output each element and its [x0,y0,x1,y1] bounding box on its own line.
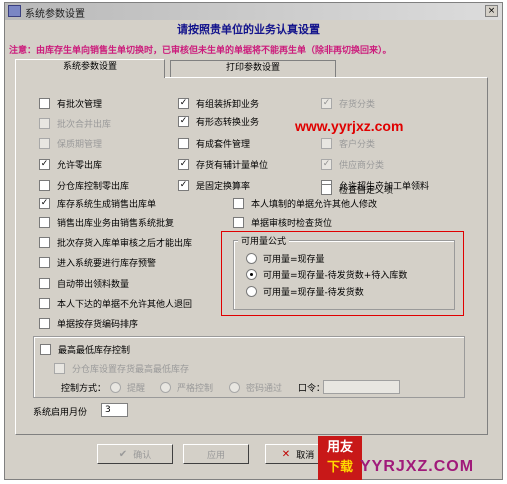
checkbox [54,362,65,374]
checkbox-checked[interactable]: ✓ [39,197,50,209]
opt-batch-stock-audit[interactable]: 批次存货入库单审核之后才能出库 [39,236,192,249]
notice-text: 注意：由库存生单向销售生单切换时，已审核但未生单的单据将不能再生单（除非再切换回… [9,46,392,56]
formula-group-title: 可用量公式 [238,234,290,247]
password-label: 口令： [298,383,326,394]
radio [110,381,121,393]
close-icon: ✕ [281,448,291,460]
page-heading: 请按照贵单位的业务认真设置 [177,23,320,36]
close-icon[interactable]: × [485,5,498,17]
check-icon: ✔ [118,448,128,460]
formula-option-1[interactable]: 可用量=现存量 [246,252,325,265]
watermark-logo: 用友 下载 [318,436,362,480]
mode-password: 密码通过 [229,381,282,394]
checkbox-checked[interactable]: ✓ [178,97,189,109]
opt-others-modify[interactable]: 本人填制的单据允许其他人修改 [233,197,377,210]
checkbox-checked[interactable]: ✓ [178,158,189,170]
mode-remind: 提醒 [110,381,145,394]
radio [229,381,240,393]
formula-option-2[interactable]: 可用量=现存量-待发货数+待入库数 [246,268,407,281]
radio[interactable] [246,285,257,297]
checkbox [321,137,332,149]
opt-form-change[interactable]: ✓ 有形态转换业务 [178,115,259,128]
checkbox[interactable] [39,317,50,329]
app-icon [8,5,21,17]
opt-max-min-stock[interactable]: 最高最低库存控制 [40,343,134,356]
checkbox[interactable] [233,216,244,228]
radio[interactable] [246,252,257,264]
opt-by-warehouse: 分仓库设置存货最高最低库存 [54,362,189,375]
password-input [323,380,400,394]
opt-shelf-life: 保质期管理 [39,137,102,150]
opt-sales-gen-by-sales[interactable]: 销售出库业务由销售系统批复 [39,216,174,229]
mode-strict: 严格控制 [160,381,213,394]
checkbox[interactable] [39,179,50,191]
checkbox [39,137,50,149]
checkbox[interactable] [178,137,189,149]
opt-batch-merge: 批次合并出库 [39,117,111,130]
opt-auto-carry-qty[interactable]: 自动带出领料数量 [39,277,129,290]
opt-fixed-rate[interactable]: ✓ 是固定换算率 [178,179,250,192]
opt-no-self-return[interactable]: 本人下达的单据不允许其他人退回 [39,297,192,310]
opt-supplier-class: ✓ 供应商分类 [321,158,385,171]
window-title: 系统参数设置 [25,9,85,20]
opt-assembly[interactable]: ✓ 有组装拆卸业务 [178,97,259,110]
checkbox [39,117,50,129]
watermark-url: www.yyrjxz.com [295,118,404,134]
checkbox[interactable] [39,236,50,248]
opt-batch[interactable]: 有批次管理 [39,97,102,110]
checkbox-checked[interactable]: ✓ [39,158,50,170]
opt-allow-zero-out[interactable]: ✓ 允许零出库 [39,158,102,171]
opt-consign[interactable]: 有成套件管理 [178,137,250,150]
checkbox[interactable] [39,297,50,309]
checkbox-checked: ✓ [321,158,332,170]
checkbox-checked[interactable]: ✓ [178,179,189,191]
opt-check-location[interactable]: 单据审核时检查货位 [233,216,332,229]
start-month-label: 系统启用月份 [33,407,88,418]
checkbox[interactable] [39,256,50,268]
control-mode-label: 控制方式： [61,383,107,394]
tab-system-params[interactable]: 系统参数设置 [15,59,165,78]
opt-stock-gen-sales[interactable]: ✓ 库存系统生成销售出库单 [39,197,156,210]
checkbox[interactable] [40,343,51,355]
checkbox[interactable] [321,183,332,195]
checkbox-checked: ✓ [321,97,332,109]
checkbox[interactable] [39,277,50,289]
confirm-button: ✔ 确认 [97,444,173,464]
title-bar: 系统参数设置 × [5,3,502,20]
opt-sort-by-code[interactable]: 单据按存货编码排序 [39,317,138,330]
opt-warehouse-zero-out[interactable]: 分仓库控制零出库 [39,179,129,192]
checkbox-checked[interactable]: ✓ [178,115,189,127]
radio-selected[interactable] [246,268,257,280]
opt-check-custom-real[interactable]: 检查自定义项 [321,183,393,196]
checkbox[interactable] [233,197,244,209]
apply-button: 应用 [183,444,249,464]
formula-option-3[interactable]: 可用量=现存量-待发货数 [246,285,364,298]
opt-stock-warning[interactable]: 进入系统要进行库存预警 [39,256,156,269]
opt-customer-class: 客户分类 [321,137,375,150]
watermark-domain: YYRJXZ.COM [360,458,475,475]
opt-stock-class: ✓ 存货分类 [321,97,376,110]
tab-print-params[interactable]: 打印参数设置 [170,60,336,77]
opt-aux-unit[interactable]: ✓ 存货有辅计量单位 [178,158,268,171]
start-month-input[interactable]: 3 [101,403,128,417]
radio [160,381,171,393]
checkbox[interactable] [39,216,50,228]
checkbox[interactable] [39,97,50,109]
